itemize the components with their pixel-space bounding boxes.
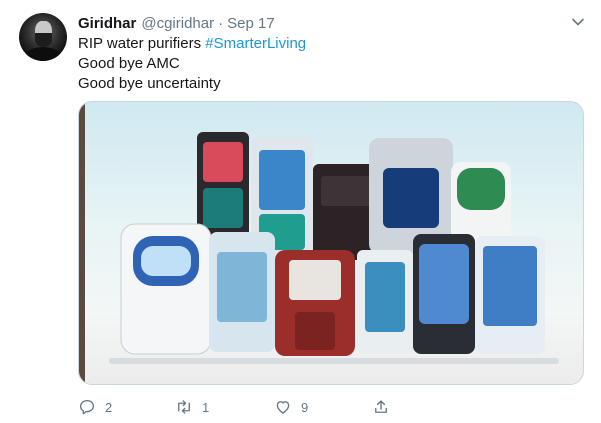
reply-icon [79,399,95,415]
tweet-text-line-3: Good bye uncertainty [78,75,221,92]
reply-count: 2 [105,399,113,415]
heart-icon [276,401,290,414]
separator-dot: · [218,14,224,32]
retweet-icon [178,400,190,414]
avatar[interactable] [19,13,67,61]
share-icon [375,400,387,413]
share-button[interactable] [372,398,399,416]
retweet-button[interactable]: 1 [175,398,209,416]
tweet-date[interactable]: Sep 17 [227,15,275,32]
retweet-count: 1 [202,399,210,415]
tweet-card[interactable]: Giridhar @cgiridhar · Sep 17 RIP water p… [0,0,601,423]
avatar-shoulders [25,47,61,61]
reply-button[interactable]: 2 [78,398,112,416]
hashtag-link[interactable]: #SmarterLiving [205,35,306,52]
like-count: 9 [301,399,309,415]
chevron-down-icon[interactable] [570,14,586,30]
like-button[interactable]: 9 [274,398,308,416]
tweet-text-prefix: RIP water purifiers [78,35,206,52]
author-handle[interactable]: @cgiridhar [141,15,214,32]
avatar-beard [35,33,52,47]
tweet-media-photo[interactable] [78,101,584,385]
tweet-text-line-1: RIP water purifiers #SmarterLiving [78,34,306,54]
action-bar: 2 1 9 [78,398,548,422]
tweet-text-line-2: Good bye AMC [78,55,180,72]
purifiers-illustration [79,102,559,384]
tweet-header: Giridhar @cgiridhar · Sep 17 [78,13,275,33]
author-name[interactable]: Giridhar [78,15,136,32]
tweet-text: RIP water purifiers #SmarterLiving Good … [78,34,306,94]
